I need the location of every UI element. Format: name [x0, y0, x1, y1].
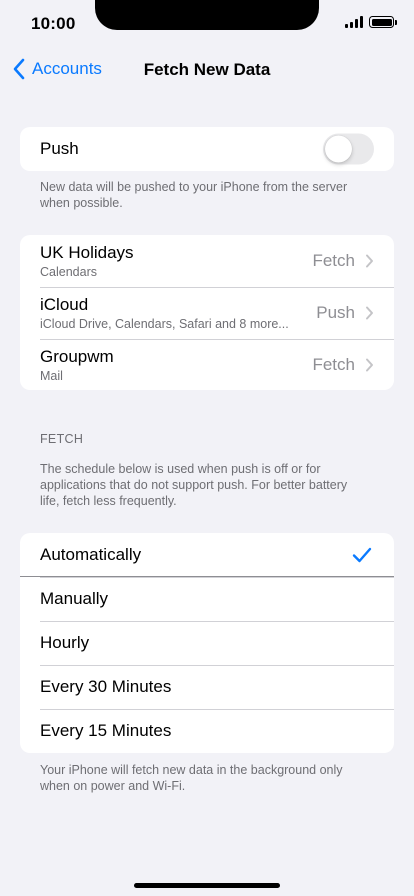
- account-services: Calendars: [40, 265, 97, 279]
- account-mode: Fetch: [312, 251, 374, 271]
- account-mode-label: Fetch: [312, 251, 355, 270]
- account-mode: Fetch: [312, 355, 374, 375]
- push-group: Push: [20, 127, 394, 171]
- fetch-section-header: FETCH: [40, 432, 84, 446]
- fetch-option-label: Automatically: [40, 545, 142, 564]
- fetch-option-every-15-minutes[interactable]: Every 15 Minutes: [20, 709, 394, 753]
- push-row: Push: [20, 127, 394, 171]
- device-screen: 10:00 Accounts Fetch New Data Push New d…: [0, 0, 414, 896]
- push-label: Push: [40, 139, 79, 158]
- fetch-option-label: Manually: [40, 589, 109, 608]
- battery-icon: [369, 16, 397, 28]
- fetch-footnote: Your iPhone will fetch new data in the b…: [40, 763, 343, 793]
- fetch-option-label: Every 30 Minutes: [40, 677, 172, 696]
- accounts-group: UK Holidays Calendars Fetch iCloud iClou…: [20, 235, 394, 390]
- account-services: iCloud Drive, Calendars, Safari and 8 mo…: [40, 317, 289, 331]
- account-name: Groupwm: [40, 346, 114, 366]
- account-mode: Push: [316, 303, 374, 323]
- account-mode-label: Push: [316, 303, 355, 322]
- account-mode-label: Fetch: [312, 354, 355, 374]
- notch: [95, 0, 319, 30]
- chevron-right-icon: [366, 306, 373, 320]
- fetch-option-automatically[interactable]: Automatically: [20, 533, 394, 577]
- fetch-option-label: Hourly: [40, 633, 90, 652]
- push-footnote: New data will be pushed to your iPhone f…: [40, 180, 348, 210]
- page-title: Fetch New Data: [143, 60, 271, 79]
- fetch-option-label: Every 15 Minutes: [40, 721, 172, 740]
- account-row[interactable]: UK Holidays Calendars Fetch: [20, 235, 394, 287]
- status-time: 10:00: [31, 14, 76, 33]
- account-row[interactable]: iCloud iCloud Drive, Calendars, Safari a…: [20, 287, 394, 339]
- fetch-option-every-30-minutes[interactable]: Every 30 Minutes: [20, 665, 394, 709]
- status-icons: [345, 16, 397, 28]
- home-indicator: [134, 883, 280, 888]
- fetch-description: The schedule below is used when push is …: [40, 462, 348, 508]
- navigation-bar: Accounts Fetch New Data: [0, 56, 414, 86]
- checkmark-icon: [352, 547, 372, 563]
- fetch-options-group: Automatically Manually Hourly Every 30 M…: [20, 533, 394, 753]
- account-name: iCloud: [40, 295, 89, 314]
- fetch-option-manually[interactable]: Manually: [20, 577, 394, 621]
- account-services: Mail: [40, 368, 63, 383]
- toggle-knob: [325, 135, 352, 163]
- account-name: UK Holidays: [40, 243, 134, 262]
- chevron-right-icon: [366, 254, 373, 268]
- chevron-right-icon: [366, 358, 373, 371]
- cellular-signal-icon: [345, 16, 363, 28]
- push-toggle[interactable]: [323, 133, 374, 165]
- account-row[interactable]: Groupwm Mail Fetch: [20, 339, 394, 390]
- fetch-option-hourly[interactable]: Hourly: [20, 621, 394, 665]
